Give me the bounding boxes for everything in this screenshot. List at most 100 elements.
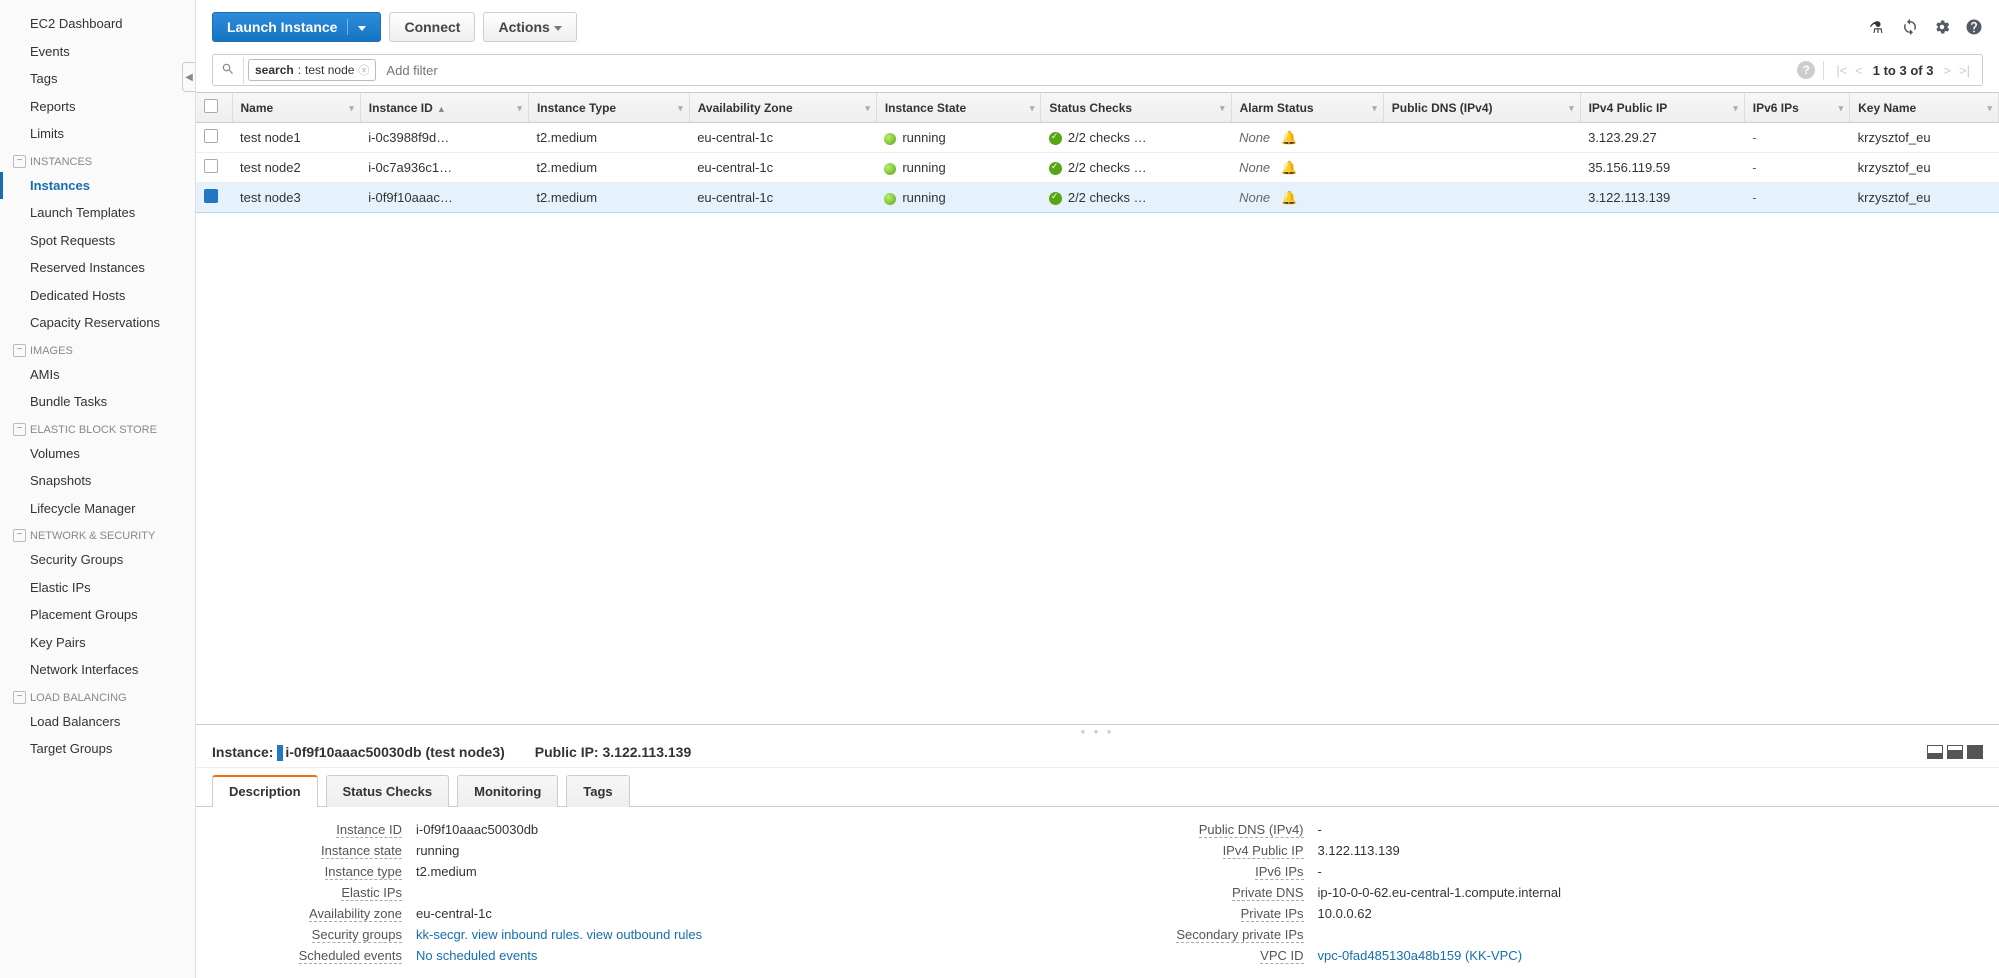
cell-ipv6: - [1744,153,1849,183]
field-value[interactable]: vpc-0fad485130a48b159 (KK-VPC) [1318,948,1980,963]
nav-item[interactable]: Limits [0,120,195,148]
cell-checks: 2/2 checks … [1041,153,1231,183]
field-value[interactable]: No scheduled events [416,948,1078,963]
sidebar-collapse-button[interactable]: ◀ [182,62,196,92]
cell-ipv4: 35.156.119.59 [1580,153,1744,183]
nav-item[interactable]: Placement Groups [0,601,195,629]
launch-instance-button[interactable]: Launch Instance [212,12,381,42]
detail-body: Instance IDi-0f9f10aaac50030dbInstance s… [196,807,1999,978]
column-header[interactable]: IPv4 Public IP▾ [1580,93,1744,123]
row-checkbox[interactable] [204,189,218,203]
select-all-checkbox[interactable] [204,99,218,113]
column-header[interactable]: Instance State▾ [876,93,1041,123]
nav-item[interactable]: Tags [0,65,195,93]
experiments-icon[interactable]: ⚗ [1869,18,1887,36]
column-header[interactable]: Alarm Status▾ [1231,93,1383,123]
layout-medium-button[interactable] [1947,745,1963,759]
help-icon[interactable] [1965,18,1983,36]
detail-public-ip: Public IP: 3.122.113.139 [535,744,691,760]
table-row[interactable]: test node3 i-0f9f10aaac… t2.medium eu-ce… [196,183,1999,213]
nav-item[interactable]: Instances [0,172,195,200]
alarm-icon[interactable]: 🔔 [1281,130,1297,146]
cell-keyname: krzysztof_eu [1850,153,1999,183]
nav-item[interactable]: Network Interfaces [0,656,195,684]
actions-button[interactable]: Actions [483,12,576,42]
nav-group-header[interactable]: Elastic Block Store [0,416,195,440]
nav-item[interactable]: Reserved Instances [0,254,195,282]
detail-title: Instance: i-0f9f10aaac50030db (test node… [212,744,505,761]
nav-item[interactable]: Target Groups [0,735,195,763]
remove-filter-icon[interactable]: ⓧ [358,62,369,78]
nav-item[interactable]: EC2 Dashboard [0,10,195,38]
nav-item[interactable]: Dedicated Hosts [0,282,195,310]
nav-item[interactable]: Events [0,38,195,66]
tab[interactable]: Tags [566,775,629,807]
nav-item[interactable]: Bundle Tasks [0,388,195,416]
column-header[interactable]: IPv6 IPs▾ [1744,93,1849,123]
filter-help-icon[interactable]: ? [1797,61,1815,79]
tab[interactable]: Monitoring [457,775,558,807]
launch-instance-dropdown[interactable] [347,19,366,35]
nav-item[interactable]: Spot Requests [0,227,195,255]
panel-resize-handle[interactable]: ● ● ● [196,724,1999,738]
nav-item[interactable]: Snapshots [0,467,195,495]
alarm-icon[interactable]: 🔔 [1281,160,1297,176]
cell-az: eu-central-1c [689,123,876,153]
nav-item[interactable]: Load Balancers [0,708,195,736]
nav-item[interactable]: Lifecycle Manager [0,495,195,523]
row-checkbox[interactable] [204,129,218,143]
nav-group-header[interactable]: Network & Security [0,522,195,546]
column-header[interactable]: Instance ID▲▾ [360,93,528,123]
running-icon [884,163,896,175]
page-next-button[interactable]: > [1941,61,1953,80]
sidebar: ◀ EC2 DashboardEventsTagsReportsLimits I… [0,0,196,978]
nav-item[interactable]: Reports [0,93,195,121]
status-ok-icon [1049,192,1062,205]
nav-group-header[interactable]: Load Balancing [0,684,195,708]
connect-button[interactable]: Connect [389,12,475,42]
field-value: 3.122.113.139 [1318,843,1980,858]
cell-ipv6: - [1744,123,1849,153]
layout-full-button[interactable] [1967,745,1983,759]
nav-item[interactable]: Volumes [0,440,195,468]
nav-group-header[interactable]: Instances [0,148,195,172]
field-label: Instance type [216,864,416,879]
filter-input[interactable] [380,57,1789,84]
column-header[interactable]: Key Name▾ [1850,93,1999,123]
nav-item[interactable]: Elastic IPs [0,574,195,602]
detail-field: IPv6 IPs- [1118,861,1980,882]
field-value: - [1318,864,1980,879]
table-row[interactable]: test node1 i-0c3988f9d… t2.medium eu-cen… [196,123,1999,153]
field-value[interactable]: kk-secgr. view inbound rules. view outbo… [416,927,1078,942]
nav-item[interactable]: Key Pairs [0,629,195,657]
alarm-icon[interactable]: 🔔 [1281,190,1297,206]
nav-item[interactable]: Capacity Reservations [0,309,195,337]
cell-type: t2.medium [528,123,689,153]
tab[interactable]: Description [212,775,318,807]
field-label: IPv4 Public IP [1118,843,1318,858]
nav-item[interactable]: AMIs [0,361,195,389]
page-first-button[interactable]: |< [1834,61,1849,80]
nav-item[interactable]: Launch Templates [0,199,195,227]
column-header[interactable]: Status Checks▾ [1041,93,1231,123]
cell-ipv6: - [1744,183,1849,213]
row-checkbox[interactable] [204,159,218,173]
settings-icon[interactable] [1933,18,1951,36]
tab[interactable]: Status Checks [326,775,450,807]
column-header[interactable]: Availability Zone▾ [689,93,876,123]
running-icon [884,193,896,205]
layout-small-button[interactable] [1927,745,1943,759]
column-header[interactable]: Public DNS (IPv4)▾ [1383,93,1580,123]
filter-tag[interactable]: search : test node ⓧ [248,59,376,81]
table-row[interactable]: test node2 i-0c7a936c1… t2.medium eu-cen… [196,153,1999,183]
column-header[interactable]: Name▾ [232,93,360,123]
field-label: Private IPs [1118,906,1318,921]
page-last-button[interactable]: >| [1957,61,1972,80]
page-prev-button[interactable]: < [1853,61,1865,80]
nav-group-header[interactable]: Images [0,337,195,361]
field-value [416,885,1078,900]
refresh-icon[interactable] [1901,18,1919,36]
nav-item[interactable]: Security Groups [0,546,195,574]
field-label: Security groups [216,927,416,942]
column-header[interactable]: Instance Type▾ [528,93,689,123]
